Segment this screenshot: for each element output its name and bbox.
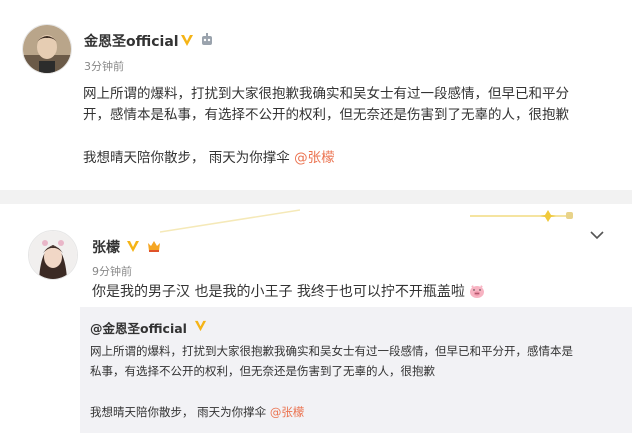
post-text-line-3-body: 我想晴天陪你散步， 雨天为你撑伞 <box>83 150 295 166</box>
post-text: 你是我的男子汉 也是我的小王子 我终于也可以拧不开瓶盖啦 <box>92 280 485 304</box>
pig-emoji-icon <box>470 285 485 298</box>
verified-badge-icon <box>194 320 207 332</box>
post-text-line-3: 我想晴天陪你散步， 雨天为你撑伞 @张檬 <box>83 146 335 170</box>
weibo-post-1: 金恩圣official 3分钟前 网上所谓的爆料，打扰到大家很抱歉我确实和吴女士… <box>0 0 632 190</box>
mention-link[interactable]: @张檬 <box>270 405 305 419</box>
verified-badge-icon <box>127 241 139 252</box>
quote-text-line-2: 私事，有选择不公开的权利，但无奈还是伤害到了无辜的人，很抱歉 <box>90 364 435 378</box>
post-divider <box>0 190 632 204</box>
chevron-down-icon[interactable] <box>590 230 604 240</box>
post-time[interactable]: 3分钟前 <box>84 58 124 74</box>
post-text-line-2: 开，感情本是私事，有选择不公开的权利，但无奈还是伤害到了无辜的人，很抱歉 <box>83 107 569 123</box>
avatar-post1[interactable] <box>22 24 72 74</box>
verified-badge-icon <box>181 35 193 46</box>
quote-text-line-3: 我想晴天陪你散步， 雨天为你撑伞 @张檬 <box>90 402 304 422</box>
author-name[interactable]: 金恩圣official <box>84 31 179 51</box>
decoration-right-icon <box>470 210 573 222</box>
robot-badge-icon <box>202 33 212 45</box>
decoration-left-icon <box>160 209 300 233</box>
post-text-body: 你是我的男子汉 也是我的小王子 我终于也可以拧不开瓶盖啦 <box>92 284 465 300</box>
quote-author[interactable]: @金恩圣official <box>90 318 187 337</box>
quote-text-line-3-body: 我想晴天陪你散步， 雨天为你撑伞 <box>90 405 270 419</box>
weibo-post-2: 张檬 9分钟前 你是我的男子汉 也是我的小王子 我终于也可以拧不开瓶盖啦 @金恩… <box>0 204 632 433</box>
quote-text-line-1: 网上所谓的爆料，打扰到大家很抱歉我确实和吴女士有过一段感情，但早已和平分开，感情… <box>90 344 573 358</box>
mention-link[interactable]: @张檬 <box>294 150 335 166</box>
avatar-post2[interactable] <box>28 230 78 280</box>
author-name[interactable]: 张檬 <box>92 237 120 257</box>
crown-badge-icon <box>148 241 160 252</box>
post-time[interactable]: 9分钟前 <box>92 263 132 279</box>
repost-quote[interactable]: @金恩圣official 网上所谓的爆料，打扰到大家很抱歉我确实和吴女士有过一段… <box>80 307 632 433</box>
